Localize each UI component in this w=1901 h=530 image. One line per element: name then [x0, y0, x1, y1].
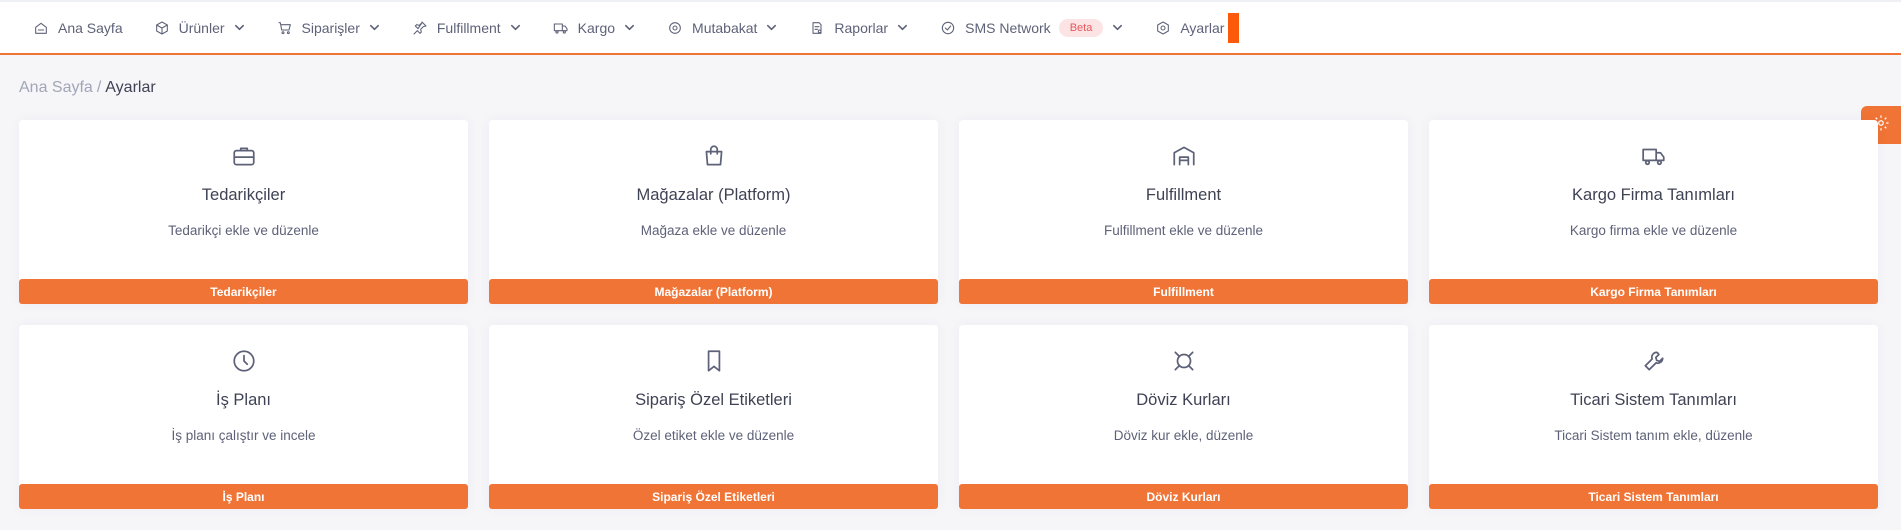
chevron-down-icon — [1112, 22, 1124, 34]
shopping-bag-icon — [489, 143, 938, 169]
nav-item-sms-network[interactable]: SMS Network Beta — [939, 2, 1124, 53]
breadcrumb: Ana Sayfa / Ayarlar — [19, 79, 156, 97]
nav-item-label: Fulfillment — [436, 19, 501, 36]
nav-item-mutabakat[interactable]: Mutabakat — [666, 2, 778, 53]
card-title: Fulfillment — [1145, 186, 1222, 204]
card-description: Kargo firma ekle ve düzenle — [1569, 223, 1738, 238]
tedarikciler-button[interactable]: Tedarikçiler — [19, 279, 468, 304]
clock-icon — [19, 348, 468, 374]
card-is-plani: İş Planı İş planı çalıştır ve incele İş … — [19, 325, 468, 509]
card-title: Mağazalar (Platform) — [636, 186, 791, 204]
siparis-etiketleri-button[interactable]: Sipariş Özel Etiketleri — [489, 484, 938, 509]
card-siparis-etiketleri: Sipariş Özel Etiketleri Özel etiket ekle… — [489, 325, 938, 509]
settings-card-grid: Tedarikçiler Tedarikçi ekle ve düzenle T… — [19, 120, 1879, 509]
nav-item-label: Raporlar — [834, 19, 889, 36]
card-description: Mağaza ekle ve düzenle — [640, 223, 787, 238]
chevron-down-icon — [624, 22, 636, 34]
chevron-down-icon — [897, 22, 909, 34]
cart-icon — [276, 19, 294, 37]
nav-item-label: SMS Network — [965, 19, 1051, 36]
report-icon — [808, 19, 826, 37]
briefcase-icon — [19, 143, 468, 169]
pin-icon — [411, 19, 429, 37]
card-description: Özel etiket ekle ve düzenle — [632, 428, 795, 443]
nav-item-ana-sayfa[interactable]: Ana Sayfa — [32, 2, 123, 53]
fulfillment-button[interactable]: Fulfillment — [959, 279, 1408, 304]
card-description: Tedarikçi ekle ve düzenle — [168, 223, 319, 238]
nav-item-siparisler[interactable]: Siparişler — [276, 2, 381, 53]
nav-item-fulfillment[interactable]: Fulfillment — [411, 2, 522, 53]
truck-icon — [1429, 143, 1878, 169]
warehouse-icon — [959, 143, 1408, 169]
breadcrumb-home-link[interactable]: Ana Sayfa — [19, 79, 93, 96]
chevron-down-icon — [369, 22, 381, 34]
breadcrumb-separator: / — [96, 79, 102, 96]
card-doviz-kurlari: Döviz Kurları Döviz kur ekle, düzenle Dö… — [959, 325, 1408, 509]
magazalar-button[interactable]: Mağazalar (Platform) — [489, 279, 938, 304]
nav-item-label: Ürünler — [178, 19, 225, 36]
card-title: Sipariş Özel Etiketleri — [635, 391, 792, 409]
nav-item-label: Ayarlar — [1180, 19, 1225, 36]
nav-item-urunler[interactable]: Ürünler — [153, 2, 246, 53]
nav-item-kargo[interactable]: Kargo — [552, 2, 636, 53]
card-title: Ticari Sistem Tanımları — [1570, 391, 1737, 409]
kargo-firma-button[interactable]: Kargo Firma Tanımları — [1429, 279, 1878, 304]
doviz-kurlari-button[interactable]: Döviz Kurları — [959, 484, 1408, 509]
chevron-down-icon — [766, 22, 778, 34]
card-kargo-firma: Kargo Firma Tanımları Kargo firma ekle v… — [1429, 120, 1878, 304]
card-title: İş Planı — [215, 391, 272, 409]
card-description: Ticari Sistem tanım ekle, düzenle — [1554, 428, 1753, 443]
box-icon — [153, 19, 171, 37]
wrench-icon — [1429, 348, 1878, 374]
card-description: İş planı çalıştır ve incele — [171, 428, 316, 443]
card-fulfillment: Fulfillment Fulfillment ekle ve düzenle … — [959, 120, 1408, 304]
nav-item-label: Ana Sayfa — [58, 19, 123, 36]
check-circle-icon — [939, 19, 957, 37]
nav-item-label: Kargo — [577, 19, 616, 36]
currency-icon — [959, 348, 1408, 374]
breadcrumb-current: Ayarlar — [105, 79, 156, 96]
card-ticari-sistem: Ticari Sistem Tanımları Ticari Sistem ta… — [1429, 325, 1878, 509]
bookmark-icon — [489, 348, 938, 374]
home-icon — [32, 19, 50, 37]
card-description: Fulfillment ekle ve düzenle — [1103, 223, 1264, 238]
ticari-sistem-button[interactable]: Ticari Sistem Tanımları — [1429, 484, 1878, 509]
card-description: Döviz kur ekle, düzenle — [1113, 428, 1254, 443]
nav-item-ayarlar[interactable]: Ayarlar — [1154, 2, 1224, 53]
beta-badge: Beta — [1058, 18, 1104, 37]
card-title: Döviz Kurları — [1136, 391, 1231, 409]
hexagon-settings-icon — [1154, 19, 1172, 37]
active-tab-indicator — [1228, 12, 1240, 43]
is-plani-button[interactable]: İş Planı — [19, 484, 468, 509]
target-icon — [666, 19, 684, 37]
nav-item-raporlar[interactable]: Raporlar — [808, 2, 909, 53]
chevron-down-icon — [234, 22, 246, 34]
nav-item-label: Mutabakat — [692, 19, 758, 36]
card-title: Kargo Firma Tanımları — [1572, 186, 1735, 204]
nav-item-label: Siparişler — [301, 19, 360, 36]
top-navbar: Ana Sayfa Ürünler Siparişler Fulfillment… — [0, 0, 1901, 55]
card-tedarikciler: Tedarikçiler Tedarikçi ekle ve düzenle T… — [19, 120, 468, 304]
card-title: Tedarikçiler — [201, 186, 286, 204]
chevron-down-icon — [510, 22, 522, 34]
truck-icon — [552, 19, 570, 37]
card-magazalar: Mağazalar (Platform) Mağaza ekle ve düze… — [489, 120, 938, 304]
